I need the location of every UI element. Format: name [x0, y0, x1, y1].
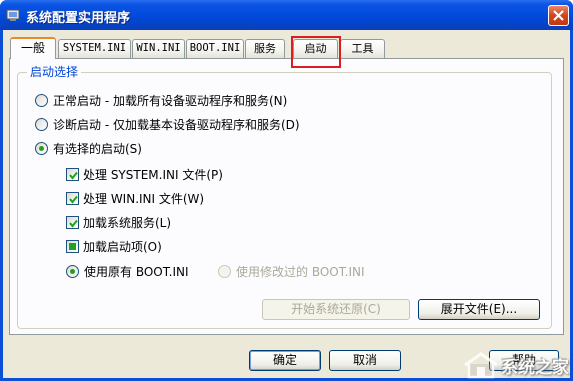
radio-modified-label: 使用修改过的 BOOT.INI — [236, 265, 365, 279]
radio-use-original-boot[interactable]: 使用原有 BOOT.INI — [66, 263, 189, 280]
checkbox-load-startup[interactable]: 加载启动项(O) — [66, 238, 162, 255]
cancel-button[interactable]: 取消 — [329, 350, 401, 371]
radio-button-selected[interactable] — [35, 142, 48, 155]
checkbox-win-label: 处理 WIN.INI 文件(W) — [83, 192, 205, 206]
checkbox[interactable] — [66, 192, 79, 205]
watermark-text: 系统之家 — [501, 357, 569, 378]
checkbox[interactable] — [66, 168, 79, 181]
msconfig-app-icon — [6, 9, 20, 21]
startup-tab-highlight — [291, 36, 341, 68]
tab-tools-label: 工具 — [351, 42, 374, 55]
radio-original-label: 使用原有 BOOT.INI — [84, 265, 189, 279]
checkmark-icon — [69, 219, 78, 228]
close-button[interactable] — [548, 5, 569, 26]
tab-boot-ini-label: BOOT.INI — [189, 42, 241, 54]
checkbox-load-services[interactable]: 加载系统服务(L) — [66, 214, 171, 231]
checkbox[interactable] — [66, 216, 79, 229]
close-icon — [553, 10, 564, 21]
checkbox-services-label: 加载系统服务(L) — [83, 216, 172, 230]
checkbox-startup-label: 加载启动项(O) — [83, 240, 162, 254]
system-restore-button[interactable]: 开始系统还原(C) — [262, 299, 410, 320]
ok-button[interactable]: 确定 — [249, 350, 321, 371]
radio-diagnostic-label: 诊断启动 - 仅加载基本设备驱动程序和服务(D) — [53, 118, 300, 132]
radio-normal-startup[interactable]: 正常启动 - 加载所有设备驱动程序和服务(N) — [35, 92, 287, 109]
checkmark-icon — [69, 171, 78, 180]
radio-selective-label: 有选择的启动(S) — [53, 142, 142, 156]
tab-boot-ini[interactable]: BOOT.INI — [186, 39, 244, 58]
group-label: 启动选择 — [27, 63, 82, 80]
radio-diagnostic-startup[interactable]: 诊断启动 - 仅加载基本设备驱动程序和服务(D) — [35, 116, 300, 133]
expand-file-button[interactable]: 展开文件(E)... — [418, 299, 540, 320]
radio-button-selected[interactable] — [66, 265, 79, 278]
radio-button-disabled[interactable] — [218, 265, 231, 278]
radio-button[interactable] — [35, 94, 48, 107]
tab-services[interactable]: 服务 — [245, 39, 285, 58]
watermark: 系统之家 — [463, 351, 569, 379]
title-bar[interactable]: 系统配置实用程序 — [0, 0, 573, 30]
radio-selective-startup[interactable]: 有选择的启动(S) — [35, 140, 142, 157]
checkbox-process-win-ini[interactable]: 处理 WIN.INI 文件(W) — [66, 190, 204, 207]
window-title: 系统配置实用程序 — [26, 11, 131, 26]
tab-general[interactable]: 一般 — [10, 37, 56, 59]
tab-system-ini-label: SYSTEM.INI — [62, 42, 127, 54]
tab-system-ini[interactable]: SYSTEM.INI — [58, 39, 131, 58]
checkmark-icon — [69, 195, 78, 204]
radio-button[interactable] — [35, 118, 48, 131]
tab-tools[interactable]: 工具 — [340, 39, 385, 58]
radio-normal-label: 正常启动 - 加载所有设备驱动程序和服务(N) — [53, 94, 288, 108]
tab-general-label: 一般 — [20, 41, 45, 55]
tab-win-ini-label: WIN.INI — [136, 42, 181, 54]
tab-services-label: 服务 — [254, 42, 276, 55]
checkbox-process-system-ini[interactable]: 处理 SYSTEM.INI 文件(P) — [66, 166, 223, 183]
house-logo-icon — [464, 352, 498, 379]
tab-win-ini[interactable]: WIN.INI — [132, 39, 185, 58]
checkbox-indeterminate[interactable] — [66, 240, 79, 253]
checkbox-system-label: 处理 SYSTEM.INI 文件(P) — [83, 168, 223, 182]
radio-use-modified-boot[interactable]: 使用修改过的 BOOT.INI — [218, 263, 365, 280]
